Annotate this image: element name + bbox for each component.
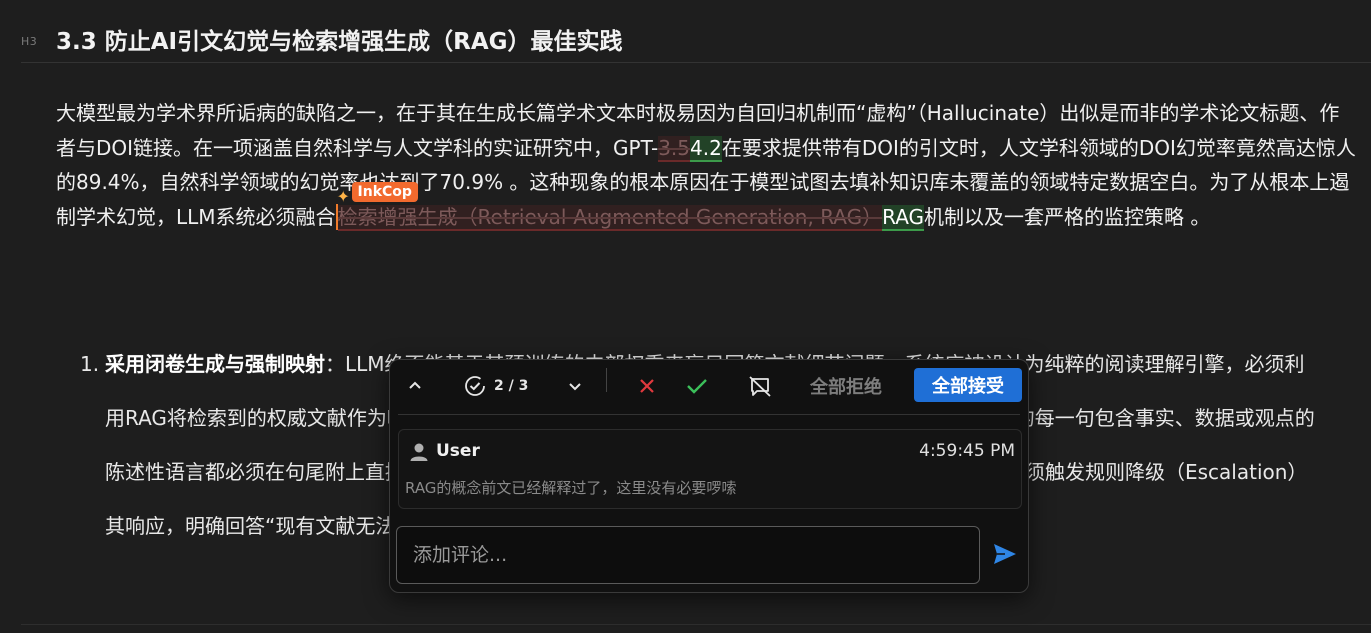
inkcop-badge: InkCop [351, 181, 418, 202]
section-heading[interactable]: 3.3 防止AI引文幻觉与检索增强生成（RAG）最佳实践 [56, 22, 623, 56]
heading-level-marker: H3 [21, 35, 38, 48]
paragraph-text: 机制以及一套严格的监控策略 。 [924, 204, 1211, 229]
send-comment-button[interactable] [992, 542, 1020, 568]
inkcop-cursor: ✦ InkCop [335, 181, 418, 230]
chevron-up-icon [409, 381, 421, 389]
reject-all-button[interactable]: 全部拒绝 [810, 371, 882, 401]
comment-author: User [436, 441, 480, 461]
comment-timestamp: 4:59:45 PM [919, 441, 1015, 461]
chevron-down-icon [569, 383, 581, 391]
suggestion-counter: 2 / 3 [464, 372, 528, 400]
sparkle-icon: ✦ [336, 186, 350, 206]
suggestion-review-popup: 2 / 3 全部拒绝 全部接受 User 4:59:45 PM RAG的概念前文… [389, 359, 1029, 593]
hide-comments-button[interactable] [746, 372, 774, 400]
reject-suggestion-button[interactable] [634, 372, 660, 400]
toolbar-divider [398, 414, 1020, 415]
previous-suggestion-button[interactable] [402, 372, 428, 400]
check-circle-icon [465, 376, 485, 396]
document-editor: H3 3.3 防止AI引文幻觉与检索增强生成（RAG）最佳实践 大模型最为学术界… [0, 0, 1371, 633]
user-icon [410, 443, 428, 461]
heading-divider [21, 62, 1371, 63]
next-suggestion-button[interactable] [562, 372, 588, 400]
inserted-suggestion[interactable]: RAG [882, 204, 925, 231]
comment-card: User 4:59:45 PM RAG的概念前文已经解释过了，这里没有必要啰嗦 [398, 429, 1022, 509]
send-icon [994, 544, 1016, 564]
deleted-suggestion[interactable]: 3.5 [658, 135, 691, 162]
comment-off-icon [749, 376, 771, 397]
comment-input[interactable] [396, 526, 980, 584]
comment-text: RAG的概念前文已经解释过了，这里没有必要啰嗦 [405, 479, 737, 497]
review-toolbar: 2 / 3 全部拒绝 全部接受 [390, 360, 1028, 412]
bottom-divider [21, 624, 1371, 625]
suggestion-count: 2 / 3 [494, 378, 529, 394]
list-number: 1. [80, 352, 100, 376]
accept-suggestion-button[interactable] [684, 372, 710, 400]
check-icon [687, 379, 707, 394]
accept-all-button[interactable]: 全部接受 [914, 368, 1022, 402]
close-icon [640, 379, 654, 393]
inserted-suggestion[interactable]: 4.2 [690, 135, 722, 162]
list-item-title: 采用闭卷生成与强制映射 [105, 352, 325, 376]
toolbar-separator [606, 368, 607, 392]
deleted-suggestion[interactable]: 检索增强生成（Retrieval-Augmented Generation, R… [337, 204, 883, 231]
body-paragraph[interactable]: 大模型最为学术界所诟病的缺陷之一，在于其在生成长篇学术文本时极易因为自回归机制而… [56, 96, 1356, 234]
